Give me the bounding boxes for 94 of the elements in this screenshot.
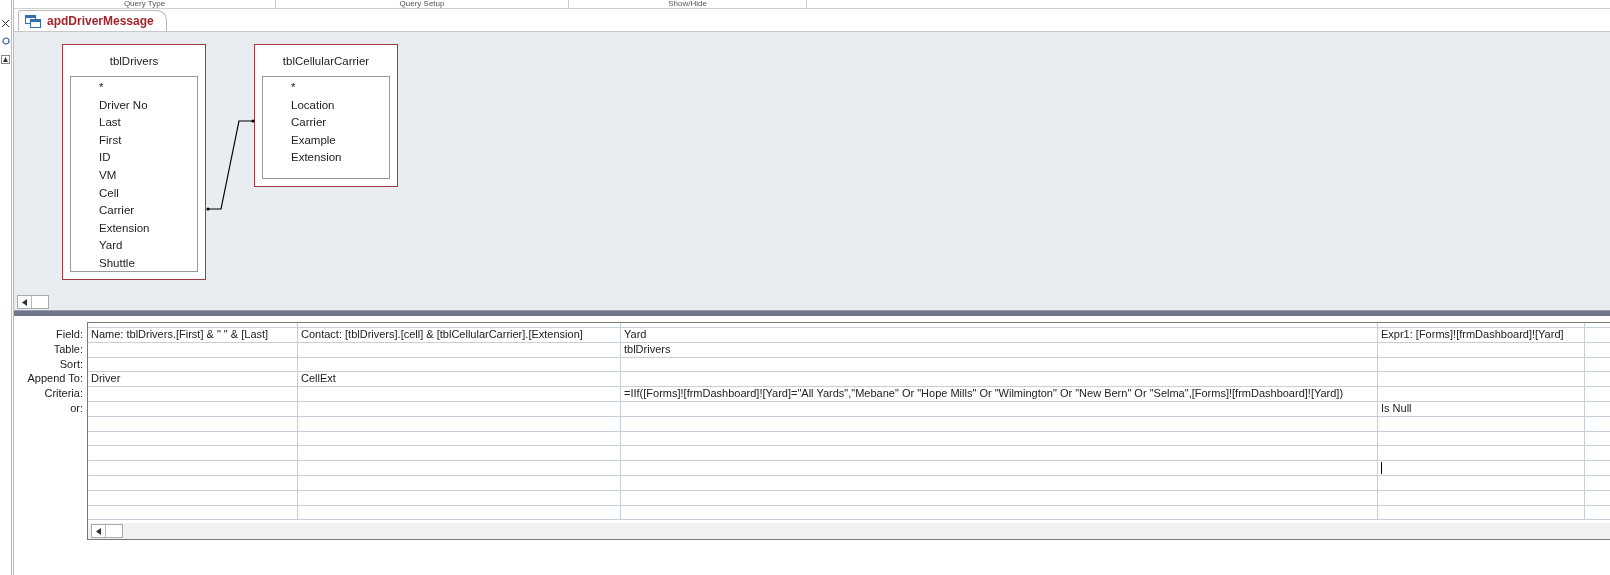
grid-cell[interactable] [621, 402, 1378, 417]
grid-cell[interactable] [298, 387, 621, 402]
field-item[interactable]: First [71, 131, 197, 150]
row-label: Criteria: [43, 386, 84, 401]
grid-cell[interactable] [621, 372, 1378, 388]
grid-cell[interactable] [298, 402, 621, 417]
row-label: Append To: [26, 371, 84, 387]
grid-cell[interactable] [1378, 475, 1585, 491]
grid-cell[interactable] [1378, 446, 1585, 462]
grid-cell[interactable] [621, 461, 1378, 476]
field-item[interactable]: Driver No [71, 96, 197, 115]
horizontal-scrollbar[interactable] [91, 524, 123, 538]
document-tab[interactable]: apdDriverMessage [18, 10, 167, 31]
grid-cell[interactable] [621, 490, 1378, 506]
grid-cell[interactable] [298, 342, 621, 358]
grid-cell[interactable] [1378, 342, 1585, 358]
grid-cell[interactable] [621, 475, 1378, 491]
grid-cell[interactable] [88, 342, 298, 358]
grid-cell[interactable]: Yard [621, 328, 1378, 343]
grid-cell[interactable] [1378, 431, 1585, 447]
grid-cell[interactable]: Name: tblDrivers.[First] & " " & [Last] [88, 328, 298, 343]
grid-cell[interactable] [298, 461, 621, 476]
arrow-icon[interactable] [1, 55, 10, 64]
ribbon-group-label: Query Setup [399, 0, 445, 8]
grid-cell[interactable]: Contact: [tblDrivers].[cell] & [tblCellularCarrier].[Extension] [298, 328, 621, 343]
grid-cell[interactable] [621, 505, 1378, 521]
grid-cell[interactable]: Expr1: [Forms]![frmDashboard]![Yard] [1378, 328, 1585, 343]
query-icon [25, 14, 41, 28]
row-label: Table: [52, 341, 84, 357]
grid-cell[interactable] [88, 475, 298, 491]
field-item[interactable]: Cell [71, 184, 197, 203]
grid-cell[interactable] [88, 490, 298, 506]
table-box[interactable]: tblDrivers * Driver No Last First ID VM Cell Carrier Extension Yard Shuttle [62, 44, 206, 280]
horizontal-scrollbar[interactable] [17, 295, 49, 309]
field-item[interactable]: Yard [71, 237, 197, 255]
field-item[interactable]: Location [263, 96, 389, 115]
grid-cell[interactable] [1378, 490, 1585, 506]
grid-cell[interactable] [88, 402, 298, 417]
grid-cell[interactable]: tblDrivers [621, 342, 1378, 358]
grid-cell[interactable] [1378, 372, 1585, 388]
field-item[interactable]: VM [71, 166, 197, 185]
field-item[interactable]: Example [263, 131, 389, 150]
field-item[interactable]: Extension [71, 219, 197, 238]
grid-cell[interactable] [88, 357, 298, 373]
table-title: tblCellularCarrier [281, 54, 371, 69]
grid-cell[interactable] [621, 446, 1378, 462]
close-icon[interactable] [2, 20, 9, 27]
grid-cell[interactable] [1378, 387, 1585, 402]
field-item[interactable]: Shuttle [71, 254, 197, 273]
grid-cell[interactable] [88, 461, 298, 476]
row-label: or: [69, 401, 84, 416]
column-selector[interactable] [621, 323, 1378, 328]
grid-cell[interactable]: CellExt [298, 372, 621, 388]
grid-cell[interactable] [88, 431, 298, 447]
field-item[interactable]: ID [71, 149, 197, 167]
column-selector[interactable] [88, 323, 298, 328]
ribbon-group-label: Query Type [123, 0, 166, 8]
field-item[interactable]: Extension [263, 149, 389, 167]
field-item[interactable]: * [263, 79, 389, 97]
grid-cell[interactable]: Is Null [1378, 402, 1585, 417]
grid-cell[interactable] [298, 505, 621, 521]
row-label: Field: [55, 327, 84, 342]
grid-cell[interactable] [298, 431, 621, 447]
grid-cell[interactable] [1378, 357, 1585, 373]
grid-cell[interactable] [1378, 416, 1585, 432]
field-item[interactable]: * [71, 79, 197, 97]
grid-cell[interactable] [88, 387, 298, 402]
left-arrow-icon[interactable] [96, 527, 101, 535]
grid-cell[interactable] [88, 416, 298, 432]
grid-cell[interactable] [621, 416, 1378, 432]
table-title: tblDrivers [108, 54, 160, 69]
column-selector[interactable] [298, 323, 621, 328]
grid-cell[interactable] [298, 475, 621, 491]
field-item[interactable]: Carrier [71, 202, 197, 220]
grid-cell[interactable] [298, 446, 621, 462]
grid-cell[interactable] [621, 357, 1378, 373]
grid-cell[interactable] [1378, 505, 1585, 521]
grid-cell[interactable] [621, 431, 1378, 447]
table-box[interactable]: tblCellularCarrier * Location Carrier Example Extension [254, 44, 398, 187]
ribbon-group-label: Show/Hide [668, 0, 707, 8]
grid-cell[interactable] [88, 505, 298, 521]
grid-cell[interactable] [88, 446, 298, 462]
grid-cell[interactable]: =IIf([Forms]![frmDashboard]![Yard]="All Yards","Mebane" Or "Hope Mills" Or "Wilmington" Or "New Bern" Or "Selma",[Forms]![frmDashboard]![Yard]) [621, 387, 1378, 402]
row-label: Sort: [58, 356, 84, 372]
column-selector[interactable] [1378, 323, 1585, 328]
grid-cell[interactable]: Driver [88, 372, 298, 388]
grid-cell[interactable] [298, 416, 621, 432]
grid-cell[interactable] [298, 490, 621, 506]
grid-cell[interactable] [298, 357, 621, 373]
field-item[interactable]: Carrier [263, 114, 389, 132]
left-arrow-icon[interactable] [22, 298, 27, 306]
circle-icon[interactable] [1, 37, 10, 45]
field-item[interactable]: Last [71, 114, 197, 132]
grid-cell[interactable] [1378, 461, 1585, 476]
